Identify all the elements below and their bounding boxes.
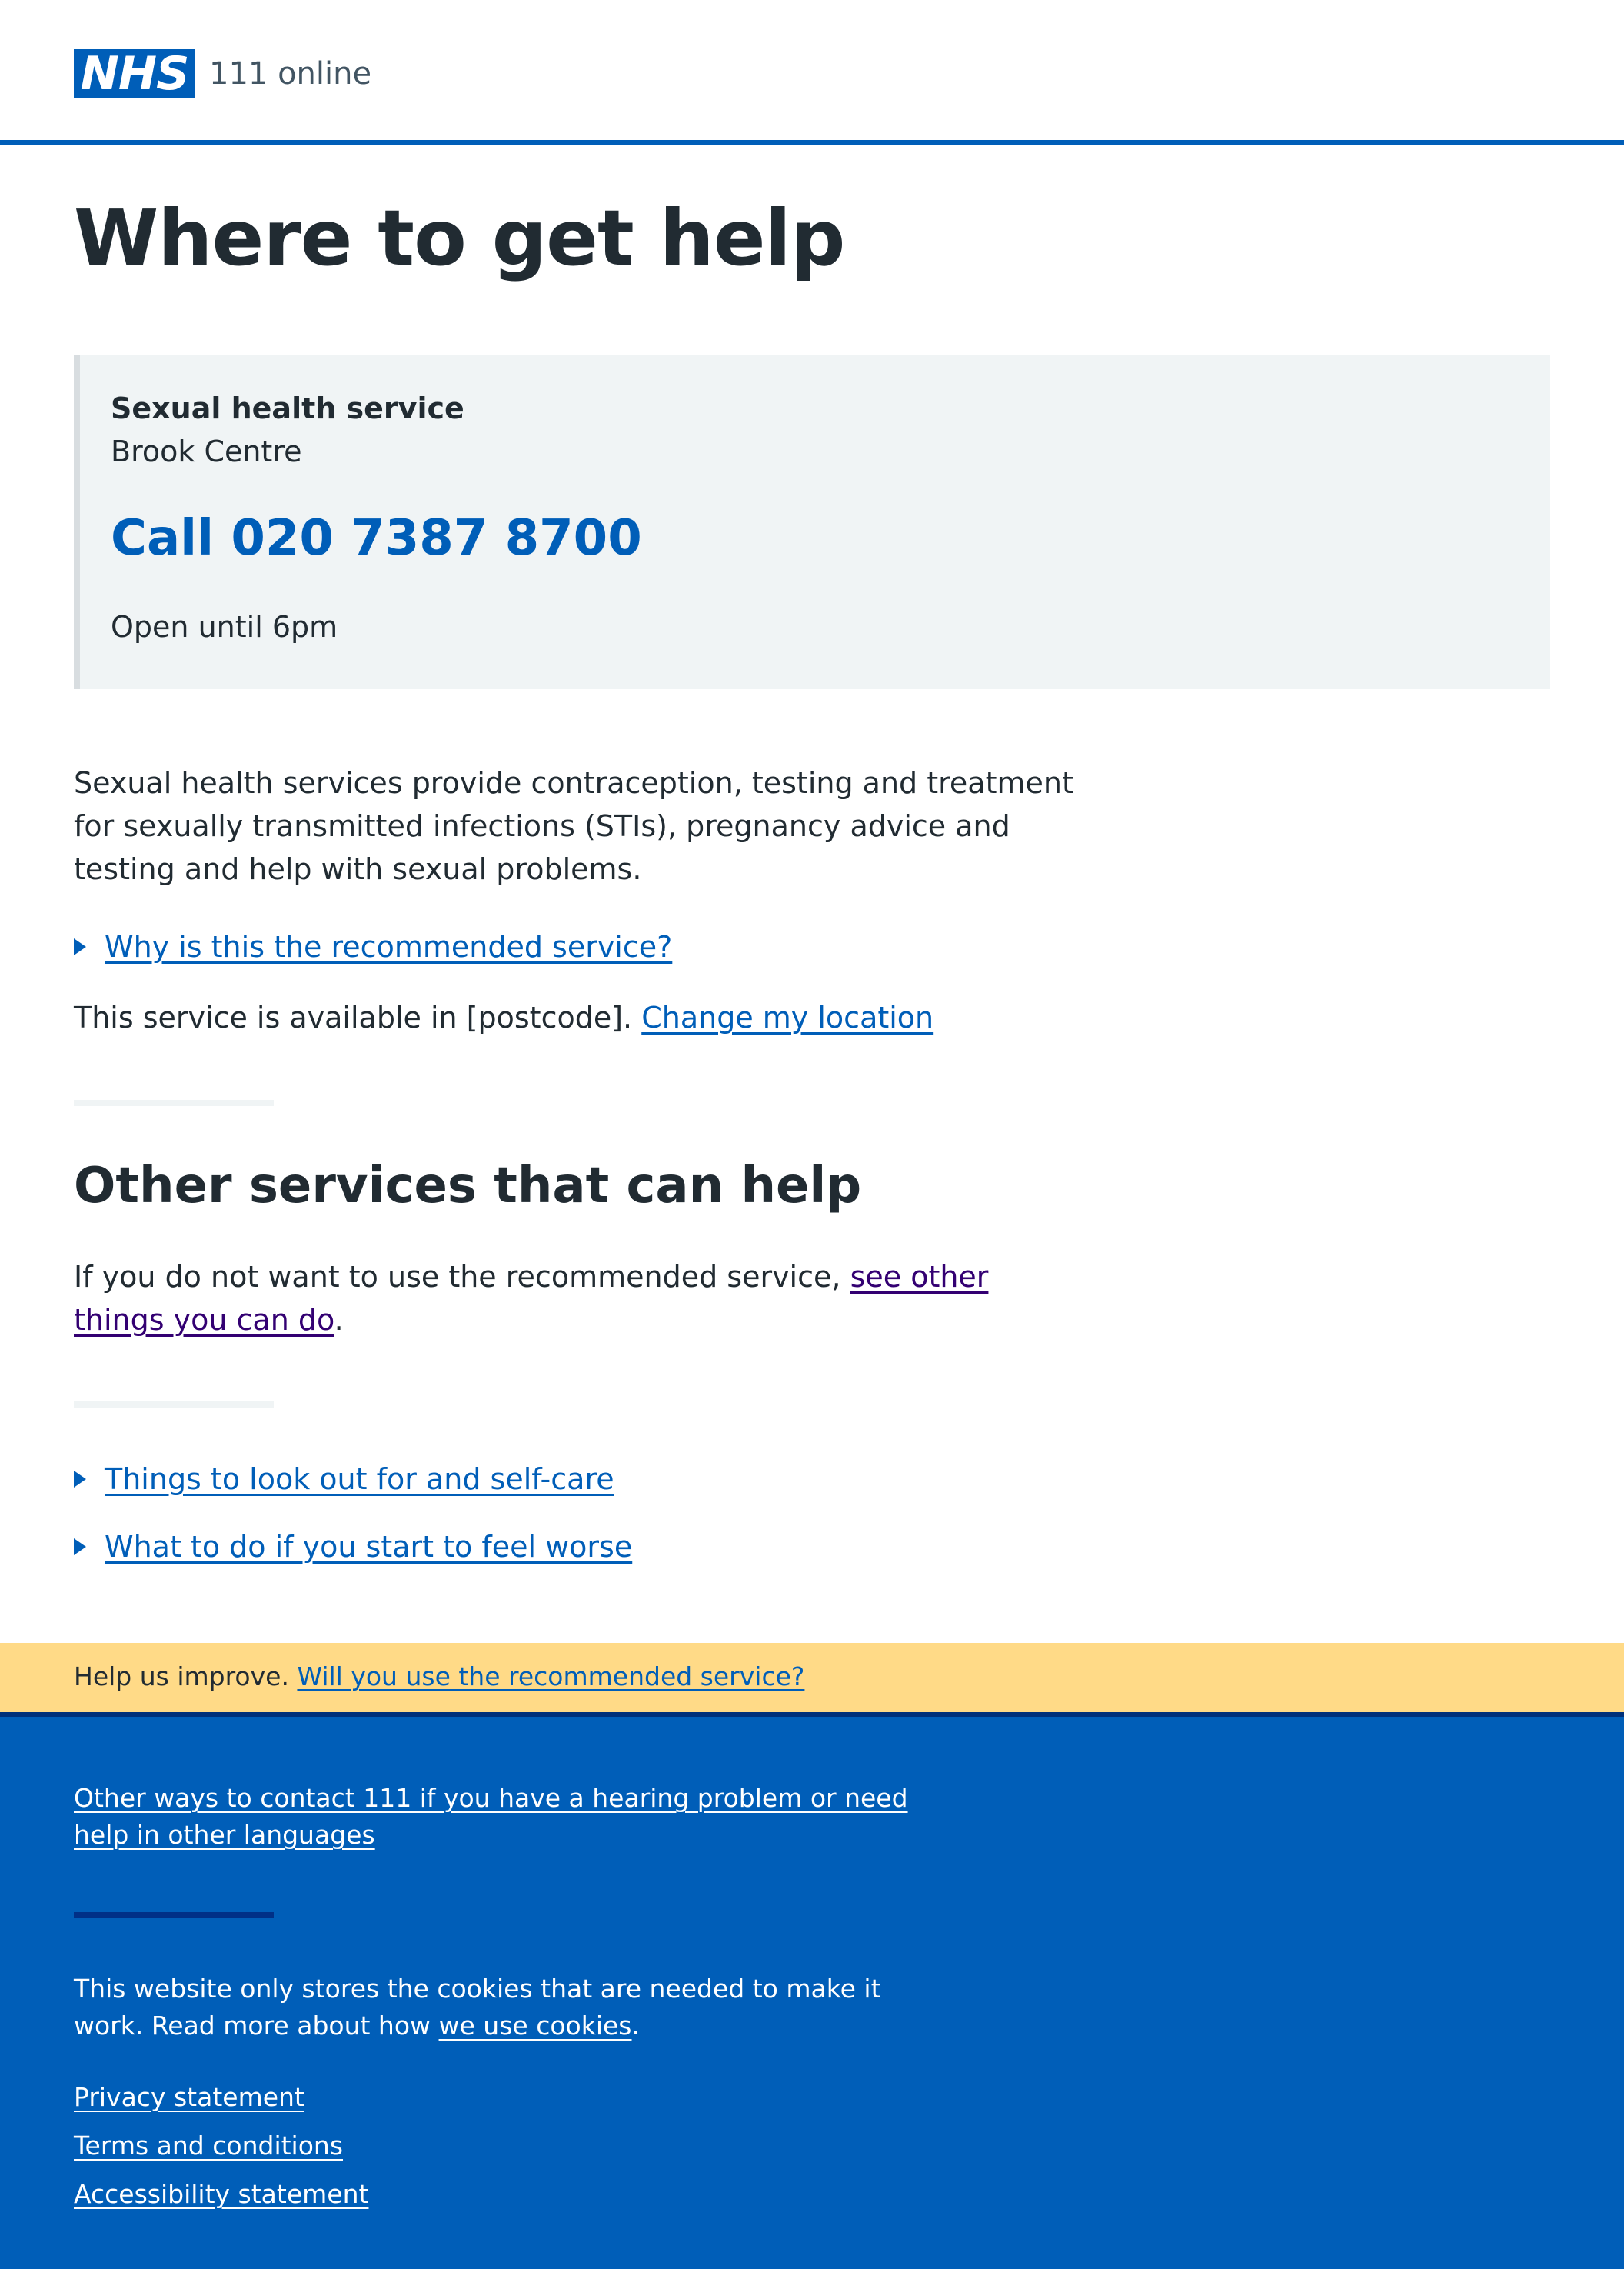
footer-contact: Other ways to contact 111 if you have a … (74, 1780, 935, 1854)
feedback-banner: Help us improve. Will you use the recomm… (0, 1643, 1624, 1717)
section-divider (74, 1401, 274, 1408)
other-services-period: . (334, 1303, 344, 1337)
feedback-line: Help us improve. Will you use the recomm… (74, 1660, 804, 1694)
service-description: Sexual health services provide contracep… (74, 766, 1073, 886)
recommended-service-card: Sexual health service Brook Centre Call … (74, 355, 1550, 689)
terms-link[interactable]: Terms and conditions (74, 2131, 343, 2161)
expand-triangle-icon (74, 938, 86, 955)
feel-worse-expander[interactable]: What to do if you start to feel worse (74, 1525, 632, 1568)
location-text: This service is available in [postcode]. (74, 1001, 633, 1035)
footer-link-item: Terms and conditions (74, 2128, 343, 2164)
call-phone-link[interactable]: Call 020 7387 8700 (111, 506, 642, 571)
site-footer: Other ways to contact 111 if you have a … (0, 1717, 1624, 2269)
cookie-period: . (631, 2011, 641, 2041)
location-line: This service is available in [postcode].… (74, 996, 933, 1039)
other-services-heading: Other services that can help (74, 1158, 862, 1214)
feedback-text: Help us improve. (74, 1661, 289, 1691)
section-divider (74, 1100, 274, 1106)
expand-triangle-icon (74, 1538, 86, 1555)
site-header: NHS 111 online (0, 0, 1624, 145)
feedback-link[interactable]: Will you use the recommended service? (297, 1661, 804, 1691)
cookies-link[interactable]: we use cookies (439, 2011, 632, 2041)
self-care-link[interactable]: Things to look out for and self-care (105, 1462, 614, 1496)
feel-worse-link[interactable]: What to do if you start to feel worse (105, 1530, 632, 1564)
service-name: 111 online (209, 56, 372, 92)
why-recommended-link[interactable]: Why is this the recommended service? (105, 930, 672, 964)
nhs-logo[interactable]: NHS (74, 49, 195, 98)
cookie-notice: This website only stores the cookies tha… (74, 1971, 935, 2044)
accessibility-statement-link[interactable]: Accessibility statement (74, 2179, 368, 2209)
other-services-text: If you do not want to use the recommende… (74, 1255, 1058, 1341)
other-services-intro: If you do not want to use the recommende… (74, 1260, 841, 1294)
expand-triangle-icon (74, 1471, 86, 1488)
privacy-statement-link[interactable]: Privacy statement (74, 2082, 304, 2112)
nhs-logo-text: NHS (80, 47, 190, 101)
why-recommended-expander[interactable]: Why is this the recommended service? (74, 925, 672, 968)
footer-link-item: Privacy statement (74, 2080, 304, 2115)
service-name-label: Brook Centre (111, 435, 302, 468)
footer-divider (74, 1912, 274, 1918)
footer-link-item: Accessibility statement (74, 2177, 368, 2212)
self-care-expander[interactable]: Things to look out for and self-care (74, 1458, 614, 1501)
opening-hours: Open until 6pm (111, 610, 338, 644)
service-type: Sexual health service (111, 391, 464, 425)
other-ways-contact-link[interactable]: Other ways to contact 111 if you have a … (74, 1783, 908, 1850)
page-title: Where to get help (74, 193, 845, 283)
change-location-link[interactable]: Change my location (641, 1001, 933, 1035)
